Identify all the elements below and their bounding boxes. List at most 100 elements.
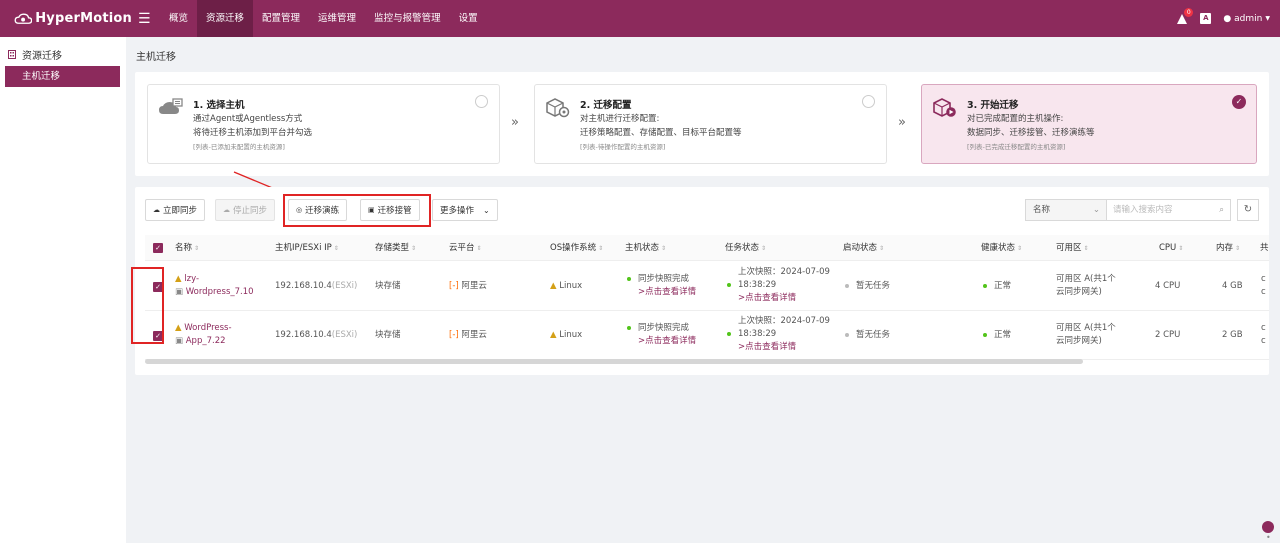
task-detail-link[interactable]: >点击查看详情 xyxy=(738,293,796,303)
table-row[interactable]: ✓ ▲ WordPress- ▣ App_7.22 192.168.10.4(E… xyxy=(145,311,1269,360)
checkmark-icon[interactable]: ✓ xyxy=(1232,95,1246,109)
sidebar-group-resource-migration[interactable]: 资源迁移 xyxy=(0,37,126,62)
sync-now-button[interactable]: ☁ 立即同步 xyxy=(145,199,206,221)
step-note: [列表-已完成迁移配置的主机资源] xyxy=(967,143,1066,151)
nav-monitoring-alerts[interactable]: 监控与报警管理 xyxy=(365,0,450,37)
logo[interactable]: HyperMotion xyxy=(14,9,132,29)
search-icon[interactable]: ⌕ xyxy=(1219,200,1224,220)
row-checkbox[interactable]: ✓ xyxy=(153,331,163,341)
table-row[interactable]: ✓ ▲ lzy- ▣ Wordpress_7.10 192.168.10.4(E… xyxy=(145,262,1269,311)
cloud-host-icon xyxy=(159,98,183,114)
step-select-host[interactable]: 1. 选择主机 通过Agent或Agentless方式 将待迁移主机添加到平台并… xyxy=(147,84,500,164)
cloud-logo-icon xyxy=(14,12,33,24)
horizontal-scrollbar[interactable] xyxy=(145,359,1083,364)
os: ▲ Linux xyxy=(550,281,583,291)
host-detail-link[interactable]: >点击查看详情 xyxy=(638,336,696,346)
column-header[interactable]: 名称 ⇕ xyxy=(175,235,199,262)
step-desc-line: 迁移策略配置、存储配置、目标平台配置等 xyxy=(580,128,742,138)
step-desc-line: 数据同步、迁移接管、迁移演练等 xyxy=(967,128,1095,138)
stop-sync-button[interactable]: ☁ 停止同步 xyxy=(215,199,276,221)
column-header[interactable]: CPU ⇕ xyxy=(1159,235,1183,262)
search-input[interactable]: 请输入搜索内容 ⌕ xyxy=(1106,199,1231,221)
health-status: 正常 xyxy=(983,329,1011,342)
nav-settings[interactable]: 设置 xyxy=(450,0,487,37)
building-icon xyxy=(8,50,16,59)
step-description: 对主机进行迁移配置: 迁移策略配置、存储配置、目标平台配置等 xyxy=(580,112,742,140)
notification-bell-icon[interactable]: 0 xyxy=(1176,7,1194,25)
step-migration-config[interactable]: 2. 迁移配置 对主机进行迁移配置: 迁移策略配置、存储配置、目标平台配置等 [… xyxy=(534,84,887,164)
step-title: 1. 选择主机 xyxy=(193,100,245,111)
linux-icon: ▲ xyxy=(175,323,182,333)
column-header[interactable]: 启动状态 ⇕ xyxy=(843,235,884,262)
extra-column: cc xyxy=(1261,274,1266,297)
migration-drill-button[interactable]: ◎ 迁移演练 xyxy=(288,199,348,221)
task-detail-link[interactable]: >点击查看详情 xyxy=(738,342,796,352)
assistant-indicator: • xyxy=(1266,533,1271,542)
main-nav: 概览 资源迁移 配置管理 运维管理 监控与报警管理 设置 xyxy=(160,0,487,37)
menu-toggle-icon[interactable]: ☰ xyxy=(138,11,152,27)
double-chevron-right-icon: » xyxy=(898,115,906,130)
column-header[interactable]: 任务状态 ⇕ xyxy=(725,235,766,262)
button-label: 迁移接管 xyxy=(377,206,412,216)
box-play-icon xyxy=(933,98,956,117)
linux-icon: ▲ xyxy=(550,281,557,291)
sort-icon: ⇕ xyxy=(1178,245,1184,252)
availability-zone: 可用区 A(共1个 云同步网关) xyxy=(1056,274,1116,297)
host-name[interactable]: ▲ WordPress- ▣ App_7.22 xyxy=(175,322,232,348)
button-label: 更多操作 xyxy=(440,206,475,216)
host-detail-link[interactable]: >点击查看详情 xyxy=(638,287,696,297)
os: ▲ Linux xyxy=(550,330,583,340)
more-actions-dropdown[interactable]: 更多操作 ⌄ xyxy=(432,199,498,221)
row-checkbox[interactable]: ✓ xyxy=(153,282,163,292)
language-switch-icon[interactable]: A xyxy=(1200,13,1212,24)
host-name[interactable]: ▲ lzy- ▣ Wordpress_7.10 xyxy=(175,273,254,299)
search-field-select[interactable]: 名称 ⌄ xyxy=(1025,199,1107,221)
migration-takeover-button[interactable]: ▣ 迁移接管 xyxy=(360,199,420,221)
user-menu[interactable]: ● admin ▼ xyxy=(1223,14,1270,24)
nav-operations[interactable]: 运维管理 xyxy=(309,0,365,37)
column-header[interactable]: 主机状态 ⇕ xyxy=(625,235,666,262)
step-radio[interactable] xyxy=(475,95,488,108)
column-header[interactable]: 共 xyxy=(1260,235,1269,261)
sidebar-item-host-migration[interactable]: 主机迁移 xyxy=(5,66,120,87)
column-header[interactable]: 主机IP/ESXi IP ⇕ xyxy=(275,235,339,262)
table-header: ✓ 名称 ⇕ 主机IP/ESXi IP ⇕ 存储类型 ⇕ 云平台 ⇕ OS操作系统 ⇕ 主… xyxy=(145,235,1269,261)
nav-config-management[interactable]: 配置管理 xyxy=(253,0,309,37)
nav-overview[interactable]: 概览 xyxy=(160,0,197,37)
step-radio[interactable] xyxy=(862,95,875,108)
takeover-icon: ▣ xyxy=(368,206,375,214)
step-desc-line: 对已完成配置的主机操作: xyxy=(967,114,1064,124)
button-label: 迁移演练 xyxy=(305,206,340,216)
column-header[interactable]: 可用区 ⇕ xyxy=(1056,235,1089,262)
cloud-platform: [-] 阿里云 xyxy=(449,281,487,291)
step-start-migration[interactable]: 3. 开始迁移 对已完成配置的主机操作: 数据同步、迁移接管、迁移演练等 [列表… xyxy=(921,84,1257,164)
username: admin xyxy=(1234,13,1263,24)
migration-steps-panel: 1. 选择主机 通过Agent或Agentless方式 将待迁移主机添加到平台并… xyxy=(135,72,1269,176)
column-header[interactable]: 存储类型 ⇕ xyxy=(375,235,416,262)
refresh-button[interactable]: ↻ xyxy=(1237,199,1259,221)
step-note: [列表-已添加未配置的主机资源] xyxy=(193,143,285,151)
sort-icon: ⇕ xyxy=(761,245,767,252)
assistant-avatar-icon[interactable] xyxy=(1262,521,1274,533)
sort-icon: ⇕ xyxy=(598,245,604,252)
sort-icon: ⇕ xyxy=(1017,245,1023,252)
button-label: 停止同步 xyxy=(233,206,268,216)
extra-column: cc xyxy=(1261,323,1266,346)
host-status: 同步快照完成 >点击查看详情 xyxy=(627,273,696,299)
select-all-checkbox[interactable]: ✓ xyxy=(153,243,163,253)
chevron-down-icon: ⌄ xyxy=(483,205,490,215)
column-header[interactable]: 内存 ⇕ xyxy=(1216,235,1240,262)
host-status: 同步快照完成 >点击查看详情 xyxy=(627,322,696,348)
column-header[interactable]: OS操作系统 ⇕ xyxy=(550,235,603,262)
step-note: [列表-待操作配置的主机资源] xyxy=(580,143,666,151)
column-header[interactable]: 健康状态 ⇕ xyxy=(981,235,1022,262)
nav-resource-migration[interactable]: 资源迁移 xyxy=(197,0,254,37)
column-header[interactable]: 云平台 ⇕ xyxy=(449,235,482,262)
cpu: 4 CPU xyxy=(1155,281,1181,291)
drill-icon: ◎ xyxy=(296,206,303,214)
page-title: 主机迁移 xyxy=(136,52,176,63)
aliyun-icon: [-] xyxy=(449,330,459,340)
select-value: 名称 xyxy=(1033,205,1051,215)
step-title: 3. 开始迁移 xyxy=(967,100,1019,111)
sort-icon: ⇕ xyxy=(194,245,200,252)
